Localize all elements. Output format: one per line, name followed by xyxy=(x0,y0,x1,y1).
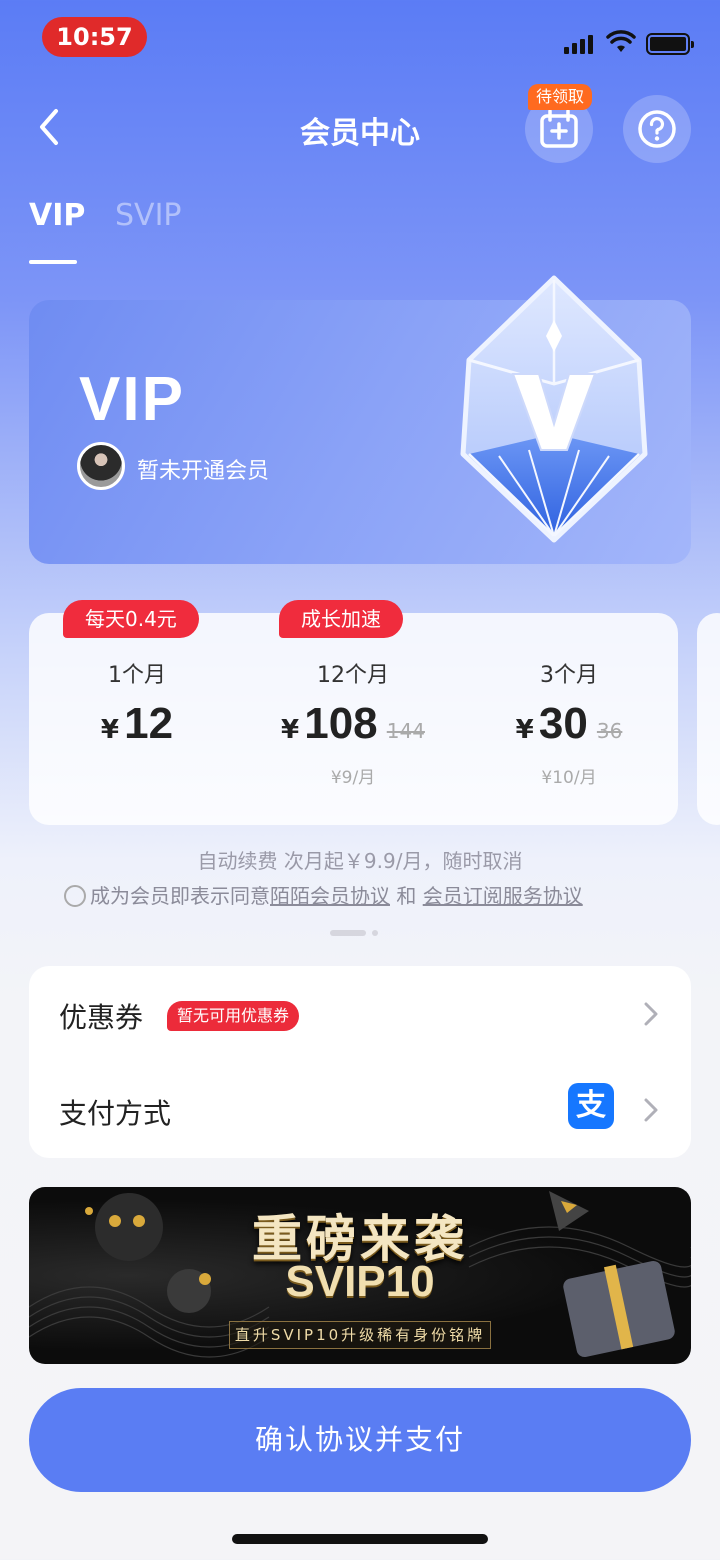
status-bar: 10:57 xyxy=(0,0,720,80)
agreement-link-momo[interactable]: 陌陌会员协议 xyxy=(270,884,390,908)
signal-icon xyxy=(564,34,593,54)
plan-price: 108 xyxy=(304,699,378,748)
plan-badge: 成长加速 xyxy=(279,600,403,638)
plan-price-row: ¥ 12 xyxy=(29,699,245,749)
help-button[interactable] xyxy=(623,95,691,163)
page-title: 会员中心 xyxy=(300,116,420,151)
plans-next-card-peek[interactable] xyxy=(697,613,720,825)
plan-price: 30 xyxy=(538,699,588,748)
tab-vip[interactable]: VIP xyxy=(29,198,85,233)
carousel-pager xyxy=(330,930,378,936)
plan-original-price: 36 xyxy=(596,719,623,743)
renewal-note: 自动续费 次月起￥9.9/月，随时取消 xyxy=(197,849,523,873)
agreement-radio[interactable] xyxy=(64,885,86,907)
vip-gem-icon xyxy=(460,275,648,543)
plan-duration: 1个月 xyxy=(108,663,166,688)
agreement-line: 成为会员即表示同意陌陌会员协议 和 会员订阅服务协议 xyxy=(64,880,583,909)
back-arrow-icon xyxy=(40,109,58,145)
home-indicator xyxy=(232,1534,488,1544)
member-status: 暂未开通会员 xyxy=(137,459,270,484)
options-card: 优惠券 暂无可用优惠券 支付方式 支 xyxy=(29,966,691,1158)
banner-caption: 直升SVIP10升级稀有身份铭牌 xyxy=(229,1321,491,1349)
battery-icon xyxy=(646,33,694,55)
plan-monthly-price: ¥9/月 xyxy=(330,768,376,788)
vip-card: VIP 暂未开通会员 xyxy=(29,275,691,564)
back-button[interactable] xyxy=(30,105,70,149)
confirm-pay-button[interactable]: 确认协议并支付 xyxy=(29,1388,691,1492)
plan-currency: ¥ xyxy=(515,715,534,745)
plan-currency: ¥ xyxy=(100,715,120,745)
plan-badge: 每天0.4元 xyxy=(63,600,199,638)
plan-option-1-month[interactable]: 每天0.4元 1个月 ¥ 12 xyxy=(29,600,245,825)
chevron-right-icon xyxy=(644,1002,658,1026)
alipay-icon: 支 xyxy=(568,1083,614,1129)
plan-option-12-months[interactable]: 成长加速 12个月 ¥ 108 144 ¥9/月 xyxy=(245,600,461,825)
chevron-right-icon xyxy=(644,1098,658,1122)
payment-label: 支付方式 xyxy=(59,1097,172,1130)
plan-duration: 3个月 xyxy=(540,663,598,688)
vip-card-title: VIP xyxy=(79,365,185,434)
agreement-link-subscription[interactable]: 会员订阅服务协议 xyxy=(423,884,583,908)
plans-carousel[interactable]: 每天0.4元 1个月 ¥ 12 成长加速 12个月 ¥ 108 144 ¥9/月… xyxy=(29,600,678,825)
banner-subheadline: SVIP10 xyxy=(285,1257,435,1306)
agreement-prefix: 成为会员即表示同意 xyxy=(90,884,270,908)
help-icon xyxy=(638,110,676,148)
plan-currency: ¥ xyxy=(281,715,300,745)
tab-underline xyxy=(29,260,77,264)
wifi-icon xyxy=(606,30,636,52)
avatar xyxy=(77,442,125,490)
plan-price: 12 xyxy=(124,699,174,748)
coupon-label: 优惠券 xyxy=(59,1001,144,1034)
payment-method-row[interactable]: 支付方式 支 xyxy=(29,1062,691,1158)
coupon-status-badge: 暂无可用优惠券 xyxy=(167,1001,300,1031)
plan-option-3-months[interactable]: 3个月 ¥ 30 36 ¥10/月 xyxy=(461,613,677,825)
plan-price-row: ¥ 108 144 xyxy=(245,699,461,749)
calendar-badge: 待领取 xyxy=(528,84,593,110)
plan-duration: 12个月 xyxy=(317,663,389,688)
promo-banner[interactable]: 重磅来袭 SVIP10 直升SVIP10升级稀有身份铭牌 xyxy=(29,1187,691,1364)
plan-original-price: 144 xyxy=(386,719,425,743)
plan-monthly-price: ¥10/月 xyxy=(541,768,597,788)
agreement-conjunction: 和 xyxy=(390,884,423,908)
status-time: 10:57 xyxy=(42,17,147,57)
coupon-row[interactable]: 优惠券 暂无可用优惠券 xyxy=(29,966,691,1062)
plan-price-row: ¥ 30 36 xyxy=(461,699,677,749)
tab-svip[interactable]: SVIP xyxy=(115,198,182,233)
